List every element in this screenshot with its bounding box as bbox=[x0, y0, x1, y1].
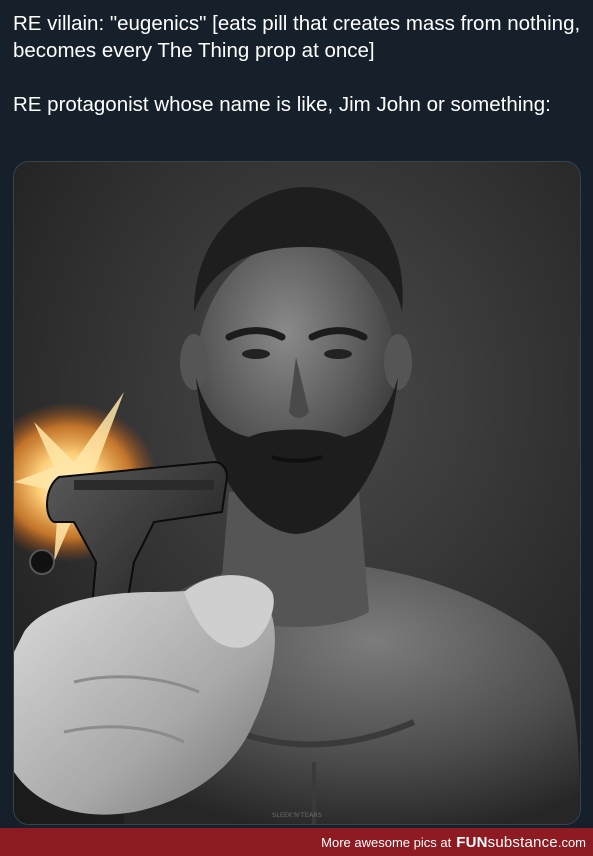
footer-prefix: More awesome pics at bbox=[321, 834, 452, 850]
meme-photo: SLEEK'N'TEARS bbox=[14, 162, 580, 824]
brand-substance: substance bbox=[487, 833, 558, 851]
tweet-media-image[interactable]: SLEEK'N'TEARS bbox=[13, 161, 581, 825]
tweet-paragraph-villain: RE villain: "eugenics" [eats pill that c… bbox=[13, 12, 581, 62]
brand-dotcom: .com bbox=[557, 834, 586, 850]
gun-barrel bbox=[29, 549, 55, 575]
photo-watermark: SLEEK'N'TEARS bbox=[272, 811, 322, 819]
site-footer-banner[interactable]: More awesome pics at FUN substance .com bbox=[0, 828, 593, 856]
tweet-paragraph-protagonist: RE protagonist whose name is like, Jim J… bbox=[13, 93, 551, 116]
tweet: RE villain: "eugenics" [eats pill that c… bbox=[0, 0, 593, 828]
tweet-text: RE villain: "eugenics" [eats pill that c… bbox=[13, 10, 583, 118]
brand-fun: FUN bbox=[456, 833, 488, 851]
